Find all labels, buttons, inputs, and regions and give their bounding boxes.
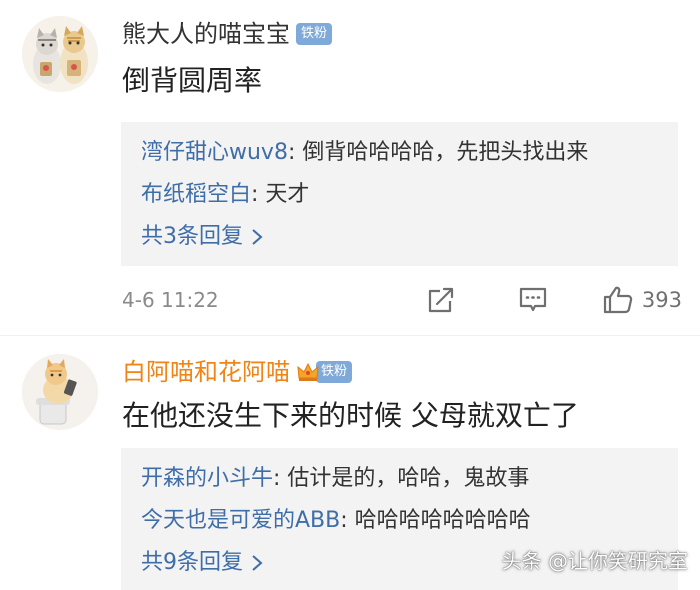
avatar[interactable] (22, 16, 98, 92)
like-count: 393 (641, 288, 682, 312)
comment-text: 在他还没生下来的时候 父母就双亡了 (122, 399, 579, 432)
thumbs-up-icon (603, 286, 633, 314)
share-icon (428, 287, 454, 313)
username[interactable]: 熊大人的喵宝宝 (122, 16, 290, 52)
comment-footer: 4-6 11:22 393 (122, 278, 682, 322)
reply-item[interactable]: 湾仔甜心wuv8: 倒背哈哈哈哈，先把头找出来 (141, 132, 678, 174)
comment-1: 熊大人的喵宝宝 铁粉 倒背圆周率 湾仔甜心wuv8: 倒背哈哈哈哈，先把头找出来… (0, 0, 700, 335)
comment-icon (519, 287, 547, 312)
more-replies-label: 共3条回复 (141, 224, 243, 249)
reply-username[interactable]: 今天也是可爱的ABB (141, 508, 340, 533)
reply-username[interactable]: 开森的小斗牛 (141, 466, 273, 491)
watermark: 头条 @让你笑研究室 (501, 549, 688, 573)
reply-username[interactable]: 湾仔甜心wuv8 (141, 140, 288, 165)
avatar[interactable] (22, 354, 98, 430)
crown-icon (297, 362, 319, 381)
username-row: 熊大人的喵宝宝 铁粉 (122, 16, 333, 52)
username[interactable]: 白阿喵和花阿喵 (122, 354, 290, 390)
chevron-right-icon (252, 229, 263, 245)
comment-text: 倒背圆周率 (122, 64, 263, 97)
share-button[interactable] (424, 285, 458, 315)
comment-button[interactable] (516, 285, 550, 315)
reply-text: 倒背哈哈哈哈，先把头找出来 (302, 140, 589, 165)
more-replies-label: 共9条回复 (141, 550, 243, 575)
like-button[interactable]: 393 (602, 285, 682, 315)
reply-item[interactable]: 开森的小斗牛: 估计是的，哈哈，鬼故事 (141, 458, 678, 500)
comment-time: 4-6 11:22 (122, 288, 219, 312)
reply-text: 估计是的，哈哈，鬼故事 (287, 466, 530, 491)
vip-fan-badge: 铁粉 (296, 361, 353, 383)
chevron-right-icon (252, 555, 263, 571)
reply-item[interactable]: 布纸稻空白: 天才 (141, 174, 678, 216)
cats-avatar-icon (22, 16, 98, 92)
fan-badge: 铁粉 (316, 361, 353, 383)
reply-text: 天才 (265, 182, 310, 207)
reply-item[interactable]: 今天也是可爱的ABB: 哈哈哈哈哈哈哈哈 (141, 500, 678, 542)
username-row: 白阿喵和花阿喵 铁粉 (122, 354, 353, 390)
cat-avatar-icon (22, 354, 98, 430)
reply-username[interactable]: 布纸稻空白 (141, 182, 251, 207)
fan-badge: 铁粉 (296, 23, 333, 45)
reply-text: 哈哈哈哈哈哈哈哈 (354, 508, 531, 533)
more-replies-link[interactable]: 共3条回复 (141, 216, 678, 258)
reply-box[interactable]: 湾仔甜心wuv8: 倒背哈哈哈哈，先把头找出来 布纸稻空白: 天才 共3条回复 (121, 122, 678, 266)
